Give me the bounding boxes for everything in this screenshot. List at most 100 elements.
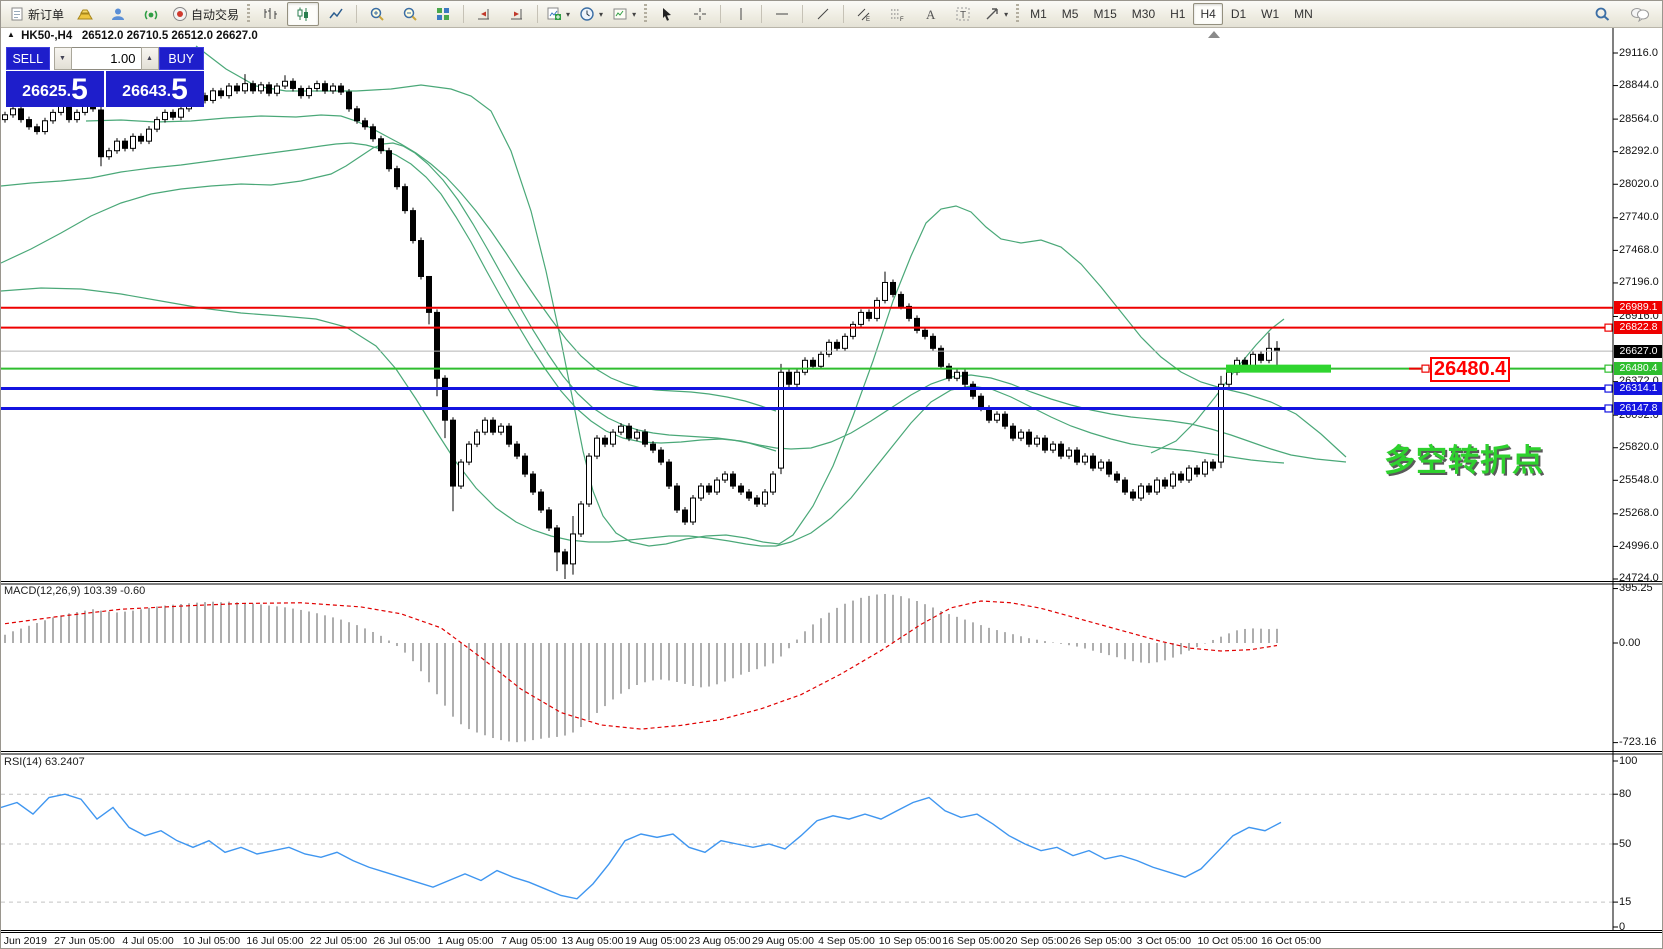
toolbar-button-label: 新订单 <box>28 6 64 23</box>
tile-windows-button[interactable] <box>427 2 459 26</box>
sell-price: 26625 <box>22 79 67 105</box>
price-badge: 26822.8 <box>1614 321 1663 334</box>
timeframe-m5-button[interactable]: M5 <box>1055 3 1086 25</box>
channel-button[interactable]: E <box>848 2 880 26</box>
period-button[interactable]: ▾ <box>575 2 607 26</box>
textT-icon: T <box>955 6 971 22</box>
timeframe-m15-button[interactable]: M15 <box>1086 3 1123 25</box>
new-order-button[interactable]: 新订单 <box>5 2 68 26</box>
price-badge: 26989.1 <box>1614 301 1663 314</box>
svg-text:F: F <box>900 17 904 22</box>
shift-marker-icon[interactable] <box>1208 31 1220 38</box>
dropdown-arrow-icon[interactable]: ▾ <box>599 10 603 19</box>
time-tick-label: 22 Jul 05:00 <box>310 935 367 947</box>
buy-price-tile[interactable]: 26643.5 <box>106 71 204 107</box>
dropdown-arrow-icon[interactable]: ▾ <box>1004 10 1008 19</box>
cursor-button[interactable] <box>651 2 683 26</box>
shapes-icon <box>984 6 1000 22</box>
zoom-in-button[interactable] <box>361 2 393 26</box>
chat-button[interactable] <box>1624 2 1656 26</box>
symbol-triangle-icon: ▲ <box>7 30 15 39</box>
toolbar-grip[interactable] <box>1016 4 1019 24</box>
macd-tick-label: 0.00 <box>1619 637 1640 649</box>
price-tick-label: 27196.0 <box>1619 276 1659 288</box>
gold-icon <box>76 6 94 22</box>
rsi-tick-label: 50 <box>1619 838 1631 850</box>
sell-button[interactable]: SELL <box>6 47 50 70</box>
bar-chart-button[interactable] <box>254 2 286 26</box>
line-chart-button[interactable] <box>320 2 352 26</box>
crosshair-button[interactable] <box>684 2 716 26</box>
rsi-tick-label: 80 <box>1619 788 1631 800</box>
search-button[interactable] <box>1586 2 1618 26</box>
time-tick-label: 26 Jul 05:00 <box>373 935 430 947</box>
price-tick-label: 24996.0 <box>1619 540 1659 552</box>
timeframe-mn-button[interactable]: MN <box>1287 3 1320 25</box>
toolbar-grip[interactable] <box>247 4 250 24</box>
price-tag-label[interactable]: 26480.4 <box>1430 357 1510 382</box>
chart-shift-button[interactable] <box>501 2 533 26</box>
macd-pane[interactable] <box>5 594 1277 742</box>
sell-price-tile[interactable]: 26625.5 <box>6 71 104 107</box>
volume-control: ▼ ▲ <box>54 47 159 70</box>
timeframe-m1-button[interactable]: M1 <box>1023 3 1054 25</box>
text-label-button[interactable]: T <box>947 2 979 26</box>
macd-tick-label: 395.25 <box>1619 582 1653 594</box>
text-button[interactable]: A <box>914 2 946 26</box>
autotrade-button[interactable]: 自动交易 <box>168 2 243 26</box>
main-pane[interactable] <box>1 46 1613 579</box>
template-button[interactable]: ▾ <box>608 2 640 26</box>
price-badge: 26480.4 <box>1614 362 1663 375</box>
price-tick-label: 28564.0 <box>1619 113 1659 125</box>
trendline-button[interactable] <box>807 2 839 26</box>
gold-icon-button[interactable] <box>69 2 101 26</box>
zoomout-icon <box>402 6 418 22</box>
toolbar-button-label: 自动交易 <box>191 6 239 23</box>
time-tick-label: 10 Jul 05:00 <box>183 935 240 947</box>
auto-scroll-button[interactable] <box>468 2 500 26</box>
price-badge: 26314.1 <box>1614 382 1663 395</box>
price-tick-label: 27468.0 <box>1619 244 1659 256</box>
time-tick-label: 19 Aug 05:00 <box>625 935 687 947</box>
shapes-button[interactable]: ▾ <box>980 2 1012 26</box>
crosshair-icon <box>692 6 708 22</box>
timeframe-m30-button[interactable]: M30 <box>1125 3 1162 25</box>
vertical-line-button[interactable] <box>725 2 757 26</box>
volume-down-button[interactable]: ▼ <box>54 47 72 70</box>
rsi-pane[interactable] <box>1 794 1613 902</box>
new-chart-button[interactable]: ▾ <box>542 2 574 26</box>
fibonacci-button[interactable]: F <box>881 2 913 26</box>
toolbar-separator <box>356 5 357 23</box>
price-tick-label: 25268.0 <box>1619 507 1659 519</box>
volume-input[interactable] <box>72 47 141 70</box>
toolbar-grip[interactable] <box>644 4 647 24</box>
profile-button[interactable] <box>102 2 134 26</box>
timeframe-d1-button[interactable]: D1 <box>1224 3 1253 25</box>
horizontal-line-button[interactable] <box>766 2 798 26</box>
buy-button[interactable]: BUY <box>159 47 204 70</box>
timeframe-h4-button[interactable]: H4 <box>1193 3 1222 25</box>
signal-button[interactable] <box>135 2 167 26</box>
symbol-name: HK50-,H4 <box>21 30 72 42</box>
time-tick-label: 16 Oct 05:00 <box>1261 935 1321 947</box>
bars-icon <box>262 6 278 22</box>
timeframe-w1-button[interactable]: W1 <box>1254 3 1286 25</box>
candles-icon <box>295 6 311 22</box>
candlestick-chart-button[interactable] <box>287 2 319 26</box>
zoom-out-button[interactable] <box>394 2 426 26</box>
dropdown-arrow-icon[interactable]: ▾ <box>566 10 570 19</box>
chart-title: ▲ HK50-,H4 26512.0 26710.5 26512.0 26627… <box>7 30 258 42</box>
one-click-trade-panel: SELL ▼ ▲ BUY 26625.5 26643.5 <box>6 47 204 108</box>
toolbar-right-group <box>1586 2 1660 26</box>
search-icon <box>1594 6 1611 22</box>
autotrade-icon <box>172 6 188 22</box>
dropdown-arrow-icon[interactable]: ▾ <box>632 10 636 19</box>
toolbar-separator <box>537 5 538 23</box>
time-tick-label: 23 Aug 05:00 <box>689 935 751 947</box>
price-tick-label: 28292.0 <box>1619 145 1659 157</box>
highlight-trend-segment[interactable] <box>1226 365 1331 373</box>
volume-up-button[interactable]: ▲ <box>141 47 159 70</box>
timeframe-h1-button[interactable]: H1 <box>1163 3 1192 25</box>
toolbar-separator <box>802 5 803 23</box>
time-tick-label: 10 Oct 05:00 <box>1197 935 1257 947</box>
